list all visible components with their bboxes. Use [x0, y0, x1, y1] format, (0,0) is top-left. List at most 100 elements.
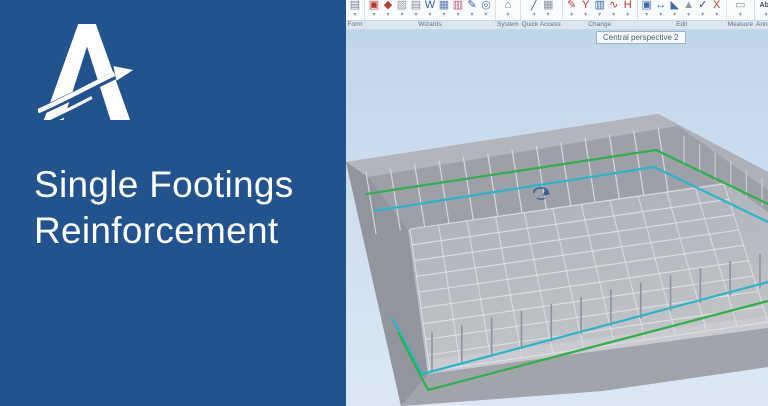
dropdown-arrow-icon[interactable]: ▾ — [456, 12, 459, 19]
toolbar-group-change: ✎ ▾ Y ▾ ▥ ▾ ∿ ▾ H ▾ Change — [562, 0, 638, 29]
edit-pencil-button[interactable]: ✎ ▾ — [565, 0, 579, 19]
dropdown-arrow-icon[interactable]: ▾ — [353, 12, 356, 19]
stretch-button[interactable]: ↔ ▾ — [654, 0, 668, 19]
screenshot-canvas: Single Footings Reinforcement ▤ ▾ Form ▣ ▾ ◆ ▾… — [0, 0, 768, 406]
toolbar-group-label: Edit — [637, 20, 726, 29]
cone-button[interactable]: ▲ ▾ — [682, 0, 696, 19]
title-line-1: Single Footings — [34, 164, 294, 205]
toolbar-group-edit: ▣ ▾ ↔ ▾ ◣ ▾ ▲ ▾ ✓ ▾ X ▾ Edit — [637, 0, 727, 29]
toolbar-group-label: Quick Access — [520, 20, 562, 29]
report-button[interactable]: ▥ ▾ — [451, 0, 465, 19]
dropdown-arrow-icon[interactable]: ▾ — [442, 12, 445, 19]
cone-icon: ▲ — [683, 0, 695, 11]
dropdown-arrow-icon[interactable]: ▾ — [645, 12, 648, 19]
dropdown-arrow-icon[interactable]: ▾ — [626, 12, 629, 19]
dropdown-arrow-icon[interactable]: ▾ — [612, 12, 615, 19]
printer-button[interactable]: ▤ ▾ — [409, 0, 423, 19]
dropdown-arrow-icon[interactable]: ▾ — [372, 12, 375, 19]
pen-document-button[interactable]: ✎ ▾ — [465, 0, 479, 19]
ink-bottle-icon: ◆ — [383, 0, 393, 11]
draw-line-button[interactable]: ╱ ▾ — [527, 0, 541, 19]
dropdown-arrow-icon[interactable]: ▾ — [687, 12, 690, 19]
lift-button[interactable]: H ▾ — [621, 0, 635, 19]
globe-button[interactable]: ◎ ▾ — [479, 0, 493, 19]
word-export-button[interactable]: W ▾ — [423, 0, 437, 19]
toolbar-group-quick-access: ╱ ▾ ▦ ▾ Quick Access — [520, 0, 563, 29]
stretch-icon: ↔ — [655, 0, 667, 11]
dropdown-arrow-icon[interactable]: ▾ — [598, 12, 601, 19]
dropdown-arrow-icon[interactable]: ▾ — [659, 12, 662, 19]
toolbar-group-annotations: Abc▾▣▾Annotations — [754, 0, 768, 29]
dropdown-arrow-icon[interactable]: ▾ — [547, 12, 550, 19]
dropdown-arrow-icon[interactable]: ▾ — [584, 12, 587, 19]
modify-box-icon: ▥ — [594, 0, 605, 11]
split-button[interactable]: Y ▾ — [579, 0, 593, 19]
hatch-button[interactable]: ▦ ▾ — [541, 0, 555, 19]
toolbar-group-label: Wizards — [365, 20, 495, 29]
copy-icon: ▣ — [641, 0, 652, 11]
dropdown-arrow-icon[interactable]: ▾ — [400, 12, 403, 19]
curve-icon: ∿ — [609, 0, 619, 11]
toolbar-group-label: Annotations — [754, 20, 768, 29]
footing-slab — [346, 114, 768, 406]
printer-icon: ▤ — [410, 0, 422, 11]
dropdown-arrow-icon[interactable]: ▾ — [765, 12, 768, 19]
title-line-2: Reinforcement — [34, 210, 279, 251]
stamp-button[interactable]: ▣ ▾ — [367, 0, 381, 19]
allplan-logo — [38, 23, 134, 120]
corner-button[interactable]: ◣ ▾ — [668, 0, 682, 19]
toolbar-group-label: Form — [346, 20, 364, 29]
eraser-icon: ▨ — [396, 0, 408, 11]
viewport-scene — [346, 30, 768, 406]
dropdown-arrow-icon[interactable]: ▾ — [386, 12, 389, 19]
video-title: Single Footings Reinforcement — [34, 162, 294, 254]
corner-icon: ◣ — [670, 0, 679, 11]
toolbar-group-measure: ▭ ▾ Measure — [726, 0, 755, 29]
curve-button[interactable]: ∿ ▾ — [607, 0, 621, 19]
delete-button[interactable]: X ▾ — [710, 0, 724, 19]
split-icon: Y — [582, 0, 590, 11]
eraser-button[interactable]: ▨ ▾ — [395, 0, 409, 19]
dropdown-arrow-icon[interactable]: ▾ — [715, 12, 718, 19]
clipboard-button[interactable]: ▤ ▾ — [348, 0, 362, 19]
lift-icon: H — [623, 0, 632, 11]
dropdown-arrow-icon[interactable]: ▾ — [570, 12, 573, 19]
toolbar-group-label: Measure — [726, 20, 754, 29]
title-panel: Single Footings Reinforcement — [0, 0, 346, 406]
pen-document-icon: ✎ — [467, 0, 477, 11]
home-icon: ⌂ — [504, 0, 512, 11]
view-tooltip: Central perspective 2 — [596, 31, 686, 44]
dropdown-arrow-icon[interactable]: ▾ — [701, 12, 704, 19]
dropdown-arrow-icon[interactable]: ▾ — [428, 12, 431, 19]
dropdown-arrow-icon[interactable]: ▾ — [470, 12, 473, 19]
clipboard-icon: ▤ — [349, 0, 361, 11]
report-icon: ▥ — [452, 0, 464, 11]
toolbar: ▤ ▾ Form ▣ ▾ ◆ ▾ ▨ ▾ ▤ ▾ W ▾ ▦ ▾ ▥ ▾ ✎ ▾ ◎ ▾ Wizards ⌂ ▾ System ╱… — [346, 0, 768, 30]
word-export-icon: W — [424, 0, 436, 11]
dropdown-arrow-icon[interactable]: ▾ — [739, 12, 742, 19]
layers-icon: ▦ — [438, 0, 450, 11]
checklist-button[interactable]: ✓ ▾ — [696, 0, 710, 19]
dropdown-arrow-icon[interactable]: ▾ — [673, 12, 676, 19]
toolbar-group-label: System — [496, 20, 520, 29]
ink-bottle-button[interactable]: ◆ ▾ — [381, 0, 395, 19]
viewport-3d[interactable] — [346, 30, 768, 406]
dropdown-arrow-icon[interactable]: ▾ — [533, 12, 536, 19]
dropdown-arrow-icon[interactable]: ▾ — [414, 12, 417, 19]
home-button[interactable]: ⌂ ▾ — [501, 0, 515, 19]
delete-icon: X — [713, 0, 721, 11]
stamp-icon: ▣ — [368, 0, 380, 11]
draw-line-icon: ╱ — [530, 0, 538, 11]
modify-box-button[interactable]: ▥ ▾ — [593, 0, 607, 19]
edit-pencil-icon: ✎ — [567, 0, 577, 11]
dropdown-arrow-icon[interactable]: ▾ — [484, 12, 487, 19]
text-abc-button[interactable]: Abc ▾ — [759, 0, 768, 19]
text-abc-icon: Abc — [759, 2, 768, 9]
checklist-icon: ✓ — [698, 0, 708, 11]
dropdown-arrow-icon[interactable]: ▾ — [506, 12, 509, 19]
toolbar-group-wizards: ▣ ▾ ◆ ▾ ▨ ▾ ▤ ▾ W ▾ ▦ ▾ ▥ ▾ ✎ ▾ ◎ ▾ Wizards — [365, 0, 496, 29]
layers-button[interactable]: ▦ ▾ — [437, 0, 451, 19]
globe-icon: ◎ — [481, 0, 491, 11]
copy-button[interactable]: ▣ ▾ — [640, 0, 654, 19]
ruler-button[interactable]: ▭ ▾ — [733, 0, 747, 19]
